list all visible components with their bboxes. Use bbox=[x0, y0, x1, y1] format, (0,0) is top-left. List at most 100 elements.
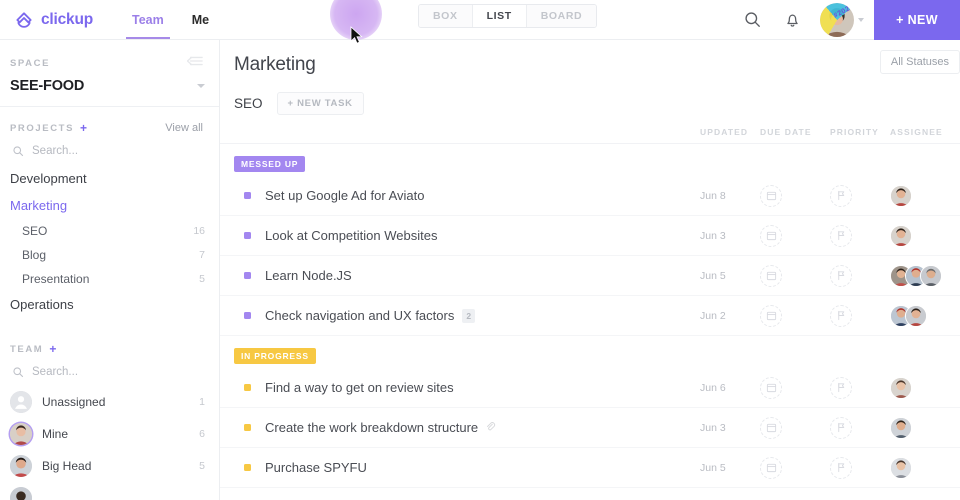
team-member-mine[interactable]: Mine 6 bbox=[0, 418, 219, 450]
collapse-arrow-icon bbox=[186, 56, 203, 66]
flag-icon[interactable] bbox=[830, 416, 852, 439]
task-due-date[interactable] bbox=[760, 376, 830, 399]
team-member-unassigned[interactable]: Unassigned 1 bbox=[0, 386, 219, 418]
table-row[interactable]: Purchase SPYFU Jun 5 bbox=[220, 448, 960, 488]
avatar[interactable] bbox=[920, 264, 942, 287]
team-member-partial[interactable] bbox=[0, 482, 219, 500]
task-priority[interactable] bbox=[830, 304, 890, 327]
table-row[interactable]: Look at Competition Websites Jun 3 bbox=[220, 216, 960, 256]
task-due-date[interactable] bbox=[760, 264, 830, 287]
flag-icon[interactable] bbox=[830, 304, 852, 327]
flag-glyph bbox=[837, 310, 844, 321]
team-member-big-head[interactable]: Big Head 5 bbox=[0, 450, 219, 482]
task-name: Set up Google Ad for Aviato bbox=[265, 188, 425, 203]
task-priority[interactable] bbox=[830, 416, 890, 439]
task-priority[interactable] bbox=[830, 376, 890, 399]
sidebar-list-blog[interactable]: Blog 7 bbox=[0, 243, 219, 267]
projects-search[interactable] bbox=[0, 139, 219, 165]
list-count: 16 bbox=[193, 225, 205, 237]
table-row[interactable]: Find a way to get on review sites Jun 6 bbox=[220, 368, 960, 408]
sidebar-project-operations[interactable]: Operations bbox=[0, 291, 219, 318]
calendar-icon[interactable] bbox=[760, 376, 782, 399]
task-assignees[interactable] bbox=[890, 224, 960, 247]
plus-icon[interactable]: + bbox=[49, 342, 56, 356]
main-header: Marketing All Statuses bbox=[220, 40, 960, 76]
clickup-logo-icon bbox=[16, 11, 32, 28]
view-board-button[interactable]: BOARD bbox=[526, 5, 597, 27]
task-priority[interactable] bbox=[830, 264, 890, 287]
task-priority[interactable] bbox=[830, 224, 890, 247]
sidebar-list-presentation[interactable]: Presentation 5 bbox=[0, 267, 219, 291]
avatar[interactable] bbox=[890, 224, 912, 247]
collapse-sidebar-icon[interactable] bbox=[186, 54, 203, 72]
view-box-button[interactable]: BOX bbox=[419, 5, 473, 27]
task-name: Find a way to get on review sites bbox=[265, 380, 454, 395]
column-header-updated: UPDATED bbox=[700, 127, 749, 137]
status-badge[interactable]: MESSED UP bbox=[234, 156, 306, 172]
calendar-icon[interactable] bbox=[760, 184, 782, 207]
team-search-input[interactable] bbox=[32, 366, 152, 378]
plus-icon[interactable]: + bbox=[80, 121, 87, 135]
task-due-date[interactable] bbox=[760, 224, 830, 247]
top-navigation-bar: clickup Team Me BOX LIST BOARD #2020 + N… bbox=[0, 0, 960, 40]
table-row[interactable]: Learn Node.JS Jun 5 bbox=[220, 256, 960, 296]
tab-team[interactable]: Team bbox=[118, 0, 178, 39]
avatar[interactable] bbox=[890, 456, 912, 479]
avatar[interactable] bbox=[890, 416, 912, 439]
task-due-date[interactable] bbox=[760, 416, 830, 439]
user-avatar[interactable]: #2020 bbox=[820, 2, 855, 37]
calendar-icon[interactable] bbox=[760, 456, 782, 479]
sidebar-list-seo[interactable]: SEO 16 bbox=[0, 219, 219, 243]
projects-search-input[interactable] bbox=[32, 145, 152, 157]
chevron-down-icon[interactable] bbox=[858, 17, 865, 22]
flag-icon[interactable] bbox=[830, 224, 852, 247]
notifications-button[interactable] bbox=[772, 0, 812, 40]
task-due-date[interactable] bbox=[760, 304, 830, 327]
flag-icon[interactable] bbox=[830, 264, 852, 287]
flag-icon[interactable] bbox=[830, 376, 852, 399]
avatar[interactable] bbox=[890, 376, 912, 399]
status-badge[interactable]: IN PROGRESS bbox=[234, 348, 316, 364]
new-task-button[interactable]: + NEW TASK bbox=[276, 92, 364, 115]
list-label: Presentation bbox=[22, 272, 90, 286]
sidebar-project-development[interactable]: Development bbox=[0, 165, 219, 192]
calendar-icon[interactable] bbox=[760, 304, 782, 327]
table-row[interactable]: Set up Google Ad for Aviato Jun 8 bbox=[220, 176, 960, 216]
flag-icon[interactable] bbox=[830, 456, 852, 479]
task-priority[interactable] bbox=[830, 456, 890, 479]
table-row[interactable]: Check navigation and UX factors 2 Jun 2 bbox=[220, 296, 960, 336]
task-priority[interactable] bbox=[830, 184, 890, 207]
status-filter-dropdown[interactable]: All Statuses bbox=[879, 50, 960, 74]
search-button[interactable] bbox=[732, 0, 772, 40]
avatar[interactable] bbox=[890, 184, 912, 207]
calendar-icon[interactable] bbox=[760, 264, 782, 287]
task-assignees[interactable] bbox=[890, 184, 960, 207]
view-list-button[interactable]: LIST bbox=[472, 5, 527, 27]
task-assignees[interactable] bbox=[890, 376, 960, 399]
task-due-date[interactable] bbox=[760, 456, 830, 479]
view-all-link[interactable]: View all bbox=[165, 122, 203, 134]
task-due-date[interactable] bbox=[760, 184, 830, 207]
task-name: Purchase SPYFU bbox=[265, 460, 367, 475]
avatar[interactable] bbox=[905, 304, 927, 327]
tab-me-label: Me bbox=[191, 12, 210, 27]
flag-icon[interactable] bbox=[830, 184, 852, 207]
projects-section-title: PROJECTS bbox=[10, 122, 75, 134]
calendar-glyph bbox=[766, 231, 776, 241]
task-assignees[interactable] bbox=[890, 304, 960, 327]
new-button[interactable]: + NEW bbox=[874, 0, 960, 40]
space-selector[interactable]: SEE-FOOD bbox=[0, 76, 219, 107]
brand-logo-area[interactable]: clickup bbox=[0, 0, 100, 39]
tab-me[interactable]: Me bbox=[178, 0, 223, 39]
task-name: Check navigation and UX factors bbox=[265, 308, 455, 323]
task-assignees[interactable] bbox=[890, 416, 960, 439]
task-assignees[interactable] bbox=[890, 456, 960, 479]
avatar-image bbox=[891, 185, 911, 206]
table-row[interactable]: Create the work breakdown structure Jun … bbox=[220, 408, 960, 448]
chevron-down-icon[interactable] bbox=[197, 84, 205, 88]
calendar-icon[interactable] bbox=[760, 416, 782, 439]
sidebar-project-marketing[interactable]: Marketing bbox=[0, 192, 219, 219]
task-assignees[interactable] bbox=[890, 264, 960, 287]
team-search[interactable] bbox=[0, 360, 219, 386]
calendar-icon[interactable] bbox=[760, 224, 782, 247]
